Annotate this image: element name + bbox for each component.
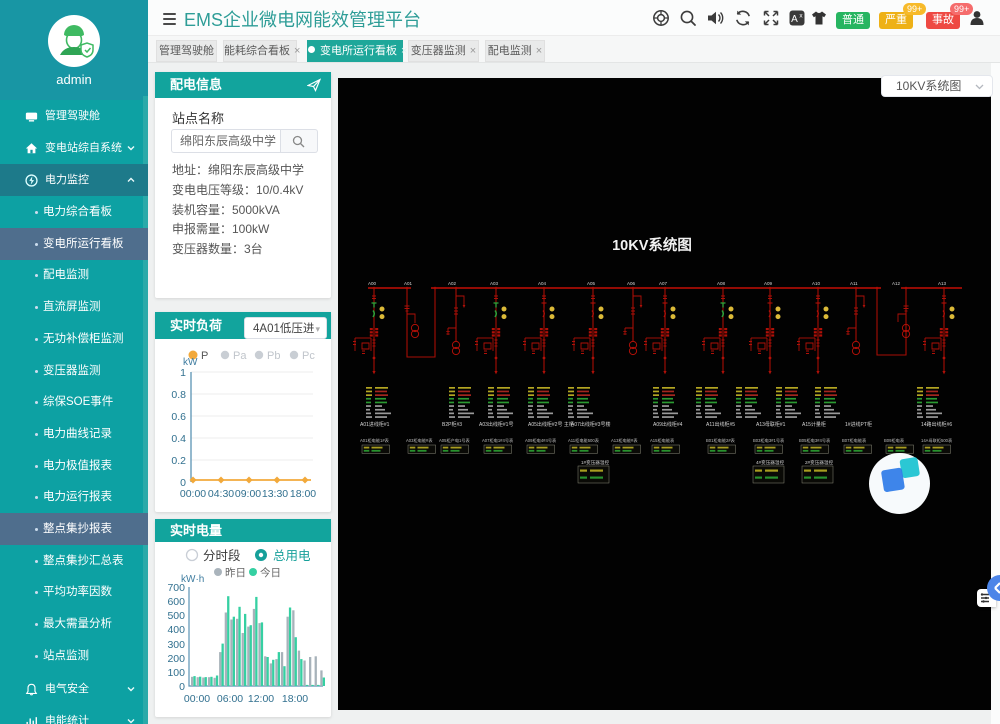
svg-text:A: A [791,14,798,25]
svg-text:500: 500 [167,610,185,622]
svg-text:A05出线柜#2号 主柜: A05出线柜#2号 主柜 [528,421,574,428]
svg-text:A07: A07 [659,281,668,286]
svg-text:A11出线柜#5: A11出线柜#5 [706,421,735,428]
svg-text:04:30: 04:30 [208,488,234,500]
svg-text:A15计量柜: A15计量柜 [802,421,826,428]
svg-text:1: 1 [180,367,186,379]
svg-text:A13柜电能#表: A13柜电能#表 [611,437,638,444]
svg-text:A13: A13 [938,281,947,286]
svg-text:0.6: 0.6 [171,411,186,423]
svg-text:A12: A12 [892,281,901,286]
svg-text:0.8: 0.8 [171,389,186,401]
svg-text:A03出线柜#1号: A03出线柜#1号 [479,421,513,428]
svg-text:200: 200 [167,653,185,665]
svg-text:P: P [201,350,208,362]
svg-text:A09柜电4#4号表: A09柜电4#4号表 [525,437,557,444]
svg-text:A01进线柜#1: A01进线柜#1 [360,421,390,428]
svg-text:B07柜电能表: B07柜电能表 [842,437,867,444]
svg-text:13:30: 13:30 [262,488,288,500]
svg-text:今日: 今日 [260,566,281,579]
svg-text:0.2: 0.2 [171,455,186,467]
svg-text:0: 0 [179,681,185,693]
svg-text:14路出线柜#6: 14路出线柜#6 [921,421,952,428]
svg-text:A15柜电能表: A15柜电能表 [650,437,675,444]
svg-text:A03: A03 [490,281,499,286]
svg-text:A13母联柜#1: A13母联柜#1 [756,421,786,428]
svg-text:A08: A08 [717,281,726,286]
svg-text:0.4: 0.4 [171,433,186,445]
svg-text:Pb: Pb [267,350,280,362]
svg-text:300: 300 [167,639,185,651]
svg-text:Pc: Pc [302,350,315,362]
svg-text:00:00: 00:00 [180,488,206,500]
svg-text:B2P柜#3: B2P柜#3 [442,421,462,428]
svg-text:总用电: 总用电 [273,549,311,563]
svg-text:18:00: 18:00 [282,693,308,705]
svg-text:A09出线柜#4: A09出线柜#4 [653,421,683,428]
svg-text:A05柜产电1号表: A05柜产电1号表 [439,437,471,444]
svg-text:A03柜电能#表: A03柜电能#表 [406,437,433,444]
svg-text:09:00: 09:00 [235,488,261,500]
svg-text:2#变压器温控: 2#变压器温控 [805,459,833,466]
svg-text:A10: A10 [812,281,821,286]
svg-text:A05: A05 [587,281,596,286]
svg-text:600: 600 [167,596,185,608]
svg-text:A01柜电能1#表: A01柜电能1#表 [360,437,390,444]
svg-text:A09: A09 [764,281,773,286]
svg-text:分时段: 分时段 [203,548,241,563]
svg-text:Pa: Pa [233,350,247,362]
svg-text:100: 100 [167,667,185,679]
svg-text:A11柜电能500表: A11柜电能500表 [568,437,600,444]
svg-text:00:00: 00:00 [184,693,210,705]
svg-text:18:00: 18:00 [290,488,316,500]
svg-text:700: 700 [167,582,185,594]
svg-text:1#进线PT柜: 1#进线PT柜 [845,421,872,428]
svg-text:A04: A04 [538,281,547,286]
svg-text:A01: A01 [404,281,413,286]
svg-text:A06: A06 [627,281,636,286]
svg-text:B09柜电表: B09柜电表 [884,437,905,444]
svg-text:12:00: 12:00 [248,693,274,705]
svg-text:A02: A02 [448,281,457,286]
svg-text:A00: A00 [368,281,377,286]
svg-text:A11: A11 [850,281,858,286]
svg-text:06:00: 06:00 [217,693,243,705]
svg-text:A07柜电1#4号表: A07柜电1#4号表 [482,437,514,444]
svg-text:B05柜电3#4号表: B05柜电3#4号表 [799,437,831,444]
svg-text:10KV系统图: 10KV系统图 [612,236,692,254]
svg-text:B03柜电3#1号表: B03柜电3#1号表 [753,437,785,444]
svg-text:昨日: 昨日 [225,567,246,579]
svg-text:14A母联柜500表: 14A母联柜500表 [921,437,953,444]
svg-text:B01柜电能2#表: B01柜电能2#表 [706,437,736,444]
svg-text:A07出线柜#3号楼: A07出线柜#3号楼 [571,421,610,428]
svg-text:400: 400 [167,624,185,636]
svg-text:1#变压器温控: 1#变压器温控 [581,459,609,466]
svg-text:4#变压器温控: 4#变压器温控 [756,459,784,466]
